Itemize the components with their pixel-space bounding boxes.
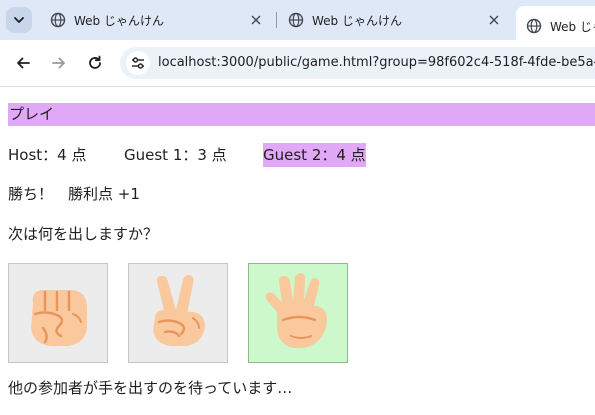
globe-icon [288,12,304,28]
rock-hand-icon [31,290,87,346]
round-result: 勝ち！ 勝利点 +1 [8,185,140,203]
reload-icon [89,55,101,69]
tab-separator [276,12,277,28]
banner-text: プレイ [9,105,55,123]
url-text: localhost:3000/public/game.html?group=98… [158,55,595,70]
arrow-right-icon [52,57,65,69]
score-host: Host：4 点 [8,146,87,164]
close-icon [251,15,261,25]
tab-title: Web じゃんけん [74,13,164,28]
address-bar[interactable]: localhost:3000/public/game.html?group=98… [120,47,595,79]
active-tab-content: Web じゃんけん [526,12,595,40]
browser-toolbar: localhost:3000/public/game.html?group=98… [0,40,595,87]
close-icon [489,15,499,25]
browser-tab-1[interactable]: Web じゃんけん [50,6,264,34]
tab-strip: Web じゃんけん Web じゃんけん Web じゃんけん [0,0,595,40]
paper-button[interactable] [248,263,348,363]
rock-button[interactable] [8,263,108,363]
tune-icon [132,57,144,69]
page-content: プレイ Host：4 点 Guest 1：3 点 Guest 2：4 点 勝ち！… [0,87,595,415]
browser-tab-3-active[interactable]: Web じゃんけん [516,6,595,40]
play-banner: プレイ [8,103,595,126]
prompt-question: 次は何を出しますか？ [8,225,159,243]
score-guest-2: Guest 2：4 点 [263,143,366,167]
tab-search-button[interactable] [6,7,32,33]
score-guest-1: Guest 1：3 点 [124,146,227,164]
reload-button[interactable] [83,51,107,75]
chevron-down-icon [14,17,24,23]
arrow-left-icon [17,57,30,69]
tab-close-button[interactable] [486,12,502,28]
forward-button[interactable] [47,51,71,75]
site-info-button[interactable] [126,51,150,75]
tab-title: Web じゃんけん [312,13,402,28]
globe-icon [50,12,66,28]
paper-hand-icon [265,273,327,348]
scissors-hand-icon [153,274,205,346]
waiting-status: 他の参加者が手を出すのを待っています… [8,379,293,397]
globe-icon [526,18,542,34]
scissors-button[interactable] [128,263,228,363]
tab-close-button[interactable] [248,12,264,28]
back-button[interactable] [11,51,35,75]
tab-title: Web じゃんけん [550,19,595,34]
browser-tab-2[interactable]: Web じゃんけん [288,6,502,34]
